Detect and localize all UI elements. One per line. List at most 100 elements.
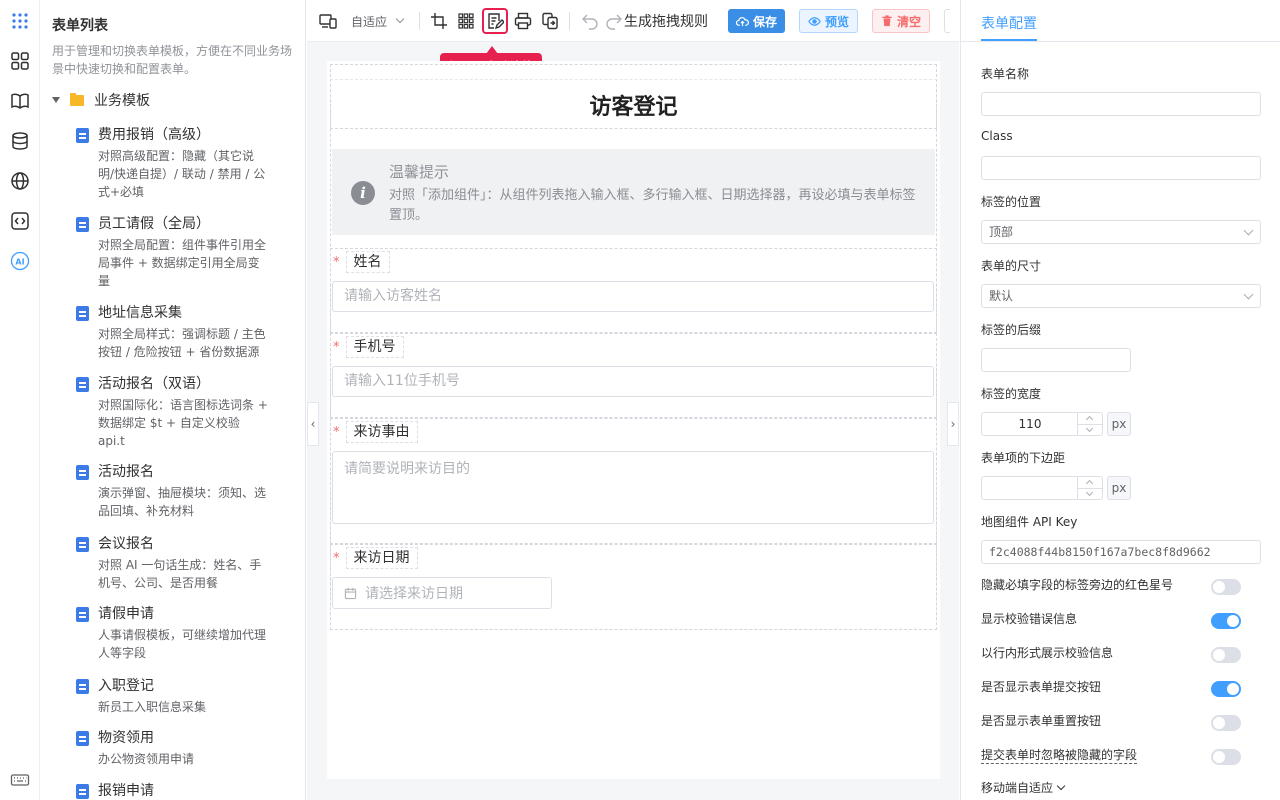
label-position-select[interactable]: 顶部 (981, 220, 1261, 244)
stepper-arrows[interactable] (1077, 413, 1102, 435)
visitor-name-input[interactable]: 请输入访客姓名 (332, 281, 934, 312)
label-width-stepper[interactable]: 110 (981, 412, 1103, 436)
form-size-label: 表单的尺寸 (981, 259, 1042, 273)
divider (569, 12, 570, 30)
save-button[interactable]: 保存 (728, 9, 786, 33)
info-icon: i (351, 181, 375, 205)
clear-button[interactable]: 清空 (872, 9, 931, 33)
ai-icon[interactable]: AI (8, 249, 32, 273)
print-icon[interactable] (514, 11, 532, 31)
database-icon[interactable] (8, 129, 32, 153)
edit-icon[interactable] (304, 307, 306, 323)
apps-grid-icon[interactable] (8, 9, 32, 33)
form-size-value: 默认 (989, 289, 1014, 303)
document-icon (76, 679, 89, 694)
required-star: * (333, 339, 340, 355)
toggle-switch[interactable] (1211, 647, 1241, 663)
arrow-up-icon (1085, 479, 1094, 488)
collapse-left-button[interactable]: ‹ (307, 402, 319, 446)
eye-icon (808, 16, 821, 26)
edit-icon[interactable] (304, 538, 306, 554)
default-value-icon[interactable] (482, 8, 508, 34)
field-label-reason: * 来访事由 (333, 421, 418, 443)
adapt-label: 自适应 (351, 14, 388, 29)
visit-reason-textarea[interactable]: 请简要说明来访目的 (332, 451, 934, 524)
toggle-switch[interactable] (1211, 579, 1241, 595)
chevron-down-icon (1243, 289, 1254, 300)
edit-icon[interactable] (304, 608, 306, 624)
form-canvas: 访客登记 i 温馨提示 对照「添加组件」：从组件列表拖入输入框、多行输入框、日期… (327, 61, 940, 779)
panel-title: 表单列表 (52, 18, 108, 34)
item-margin-stepper[interactable] (981, 476, 1103, 500)
grid-icon[interactable] (457, 11, 475, 31)
label-width-unit: px (1107, 412, 1131, 436)
document-icon (76, 128, 89, 143)
caret-down-icon (52, 97, 60, 103)
alert-box[interactable]: i 温馨提示 对照「添加组件」：从组件列表拖入输入框、多行输入框、日期选择器，再… (332, 149, 935, 235)
stepper-arrows[interactable] (1077, 477, 1102, 499)
globe-icon[interactable] (8, 169, 32, 193)
folder-icon (70, 92, 84, 106)
collapse-right-button[interactable]: › (947, 402, 959, 446)
adapt-select[interactable]: 自适应 (351, 11, 411, 31)
crop-icon[interactable] (430, 11, 448, 31)
device-icon[interactable] (319, 11, 337, 31)
keyboard-icon[interactable] (8, 768, 32, 792)
template-name: 物资领用 (98, 730, 154, 746)
item-margin-unit: px (1107, 476, 1131, 500)
mobile-adapt-toggle[interactable]: 移动端自适应 (981, 779, 1066, 796)
edit-icon[interactable] (304, 466, 306, 482)
template-description: 对照全局样式：强调标题 / 主色按钮 / 危险按钮 + 省份数据源 (98, 327, 266, 359)
generate-drag-rule-button[interactable]: 生成拖拽规则 (624, 11, 708, 31)
form-name-input[interactable] (981, 92, 1261, 116)
chevron-right-icon: › (950, 417, 956, 431)
toggle-switch[interactable] (1211, 681, 1241, 697)
book-icon[interactable] (8, 89, 32, 113)
switch-label: 是否显示表单重置按钮 (981, 714, 1102, 728)
edit-icon[interactable] (304, 129, 306, 145)
edit-icon[interactable] (304, 218, 306, 234)
label-width-value: 110 (1018, 417, 1042, 431)
redo-icon[interactable] (605, 11, 623, 31)
components-icon[interactable] (8, 49, 32, 73)
folder-business-templates[interactable]: 业务模板 (52, 90, 150, 110)
map-key-input[interactable]: f2c4088f44b8150f167a7bec8f8d9662 (981, 540, 1261, 564)
switch-label: 隐藏必填字段的标签旁边的红色星号 (981, 578, 1174, 592)
alert-description: 对照「添加组件」：从组件列表拖入输入框、多行输入框、日期选择器，再设必填与表单标… (389, 188, 916, 223)
edit-icon[interactable] (304, 378, 306, 394)
preview-label: 预览 (825, 14, 850, 29)
exchange-icon[interactable] (541, 11, 559, 31)
template-name: 活动报名 (98, 464, 154, 480)
alert-title: 温馨提示 (389, 163, 450, 181)
tab-form-config[interactable]: 表单配置 (981, 13, 1037, 33)
switch-label: 提交表单时忽略被隐藏的字段 (981, 748, 1138, 764)
arrow-down-icon (1085, 424, 1094, 433)
toolbar: 自适应 生成拖拽规则 保存 预览 清空 (307, 0, 959, 42)
preview-button[interactable]: 预览 (799, 9, 859, 33)
folder-label: 业务模板 (94, 93, 150, 109)
form-size-select[interactable]: 默认 (981, 284, 1261, 308)
document-icon (76, 465, 89, 480)
cloud-upload-icon (736, 16, 749, 26)
divider (961, 41, 1280, 42)
form-list-panel: 表单列表 用于管理和切换表单模板，方便在不同业务场景中快速切换和配置表单。 业务… (40, 0, 306, 800)
document-icon (76, 537, 89, 552)
class-input[interactable] (981, 156, 1261, 180)
save-label: 保存 (753, 14, 778, 29)
config-panel: 表单配置 表单名称 Class 标签的位置 顶部 表单的尺寸 默认 标签的后缀 … (960, 0, 1280, 800)
edit-icon[interactable] (304, 785, 306, 800)
edit-icon[interactable] (304, 732, 306, 748)
document-icon (76, 784, 89, 799)
label-suffix-input[interactable] (981, 348, 1131, 372)
undo-icon[interactable] (581, 11, 599, 31)
edit-icon[interactable] (304, 680, 306, 696)
form-designer: AI 表单列表 用于管理和切换表单模板，方便在不同业务场景中快速切换和配置表单。… (0, 0, 1280, 800)
visit-date-picker[interactable]: 请选择来访日期 (332, 577, 552, 609)
phone-input[interactable]: 请输入11位手机号 (332, 366, 934, 397)
form-title: 访客登记 (589, 95, 678, 120)
toggle-switch[interactable] (1211, 613, 1241, 629)
code-icon[interactable] (8, 209, 32, 233)
toggle-switch[interactable] (1211, 749, 1241, 765)
toggle-switch[interactable] (1211, 715, 1241, 731)
field-label-name: * 姓名 (333, 251, 390, 273)
